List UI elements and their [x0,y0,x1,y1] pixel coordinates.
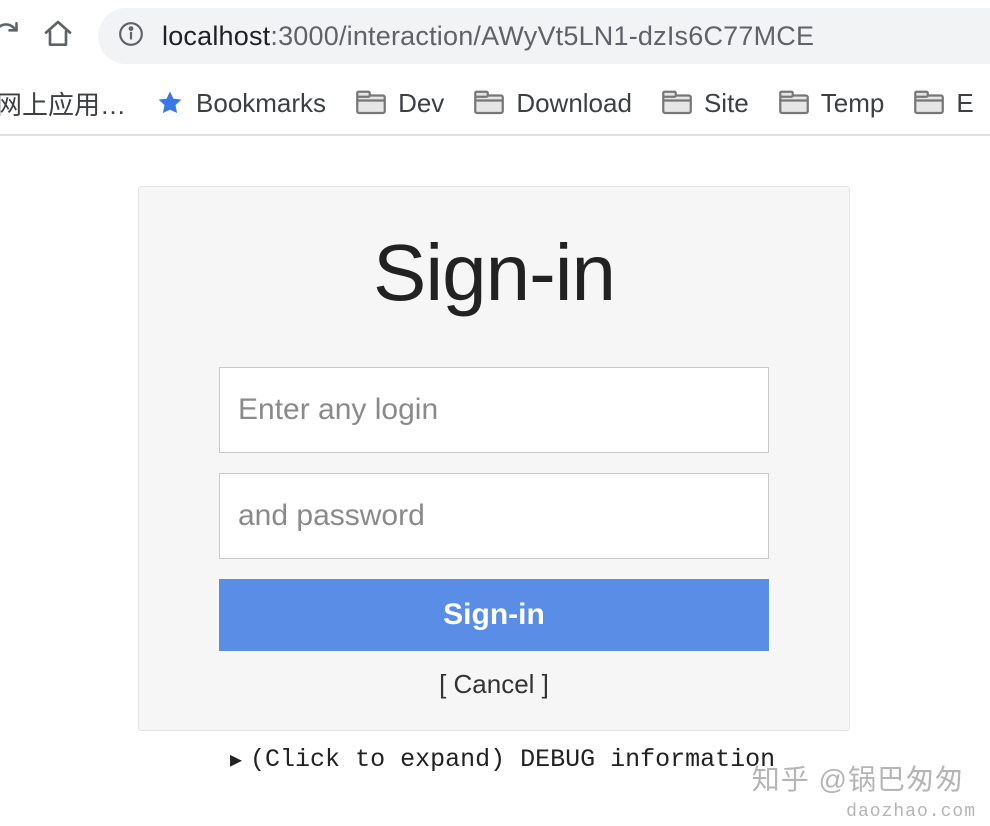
home-icon[interactable] [42,18,74,55]
folder-icon [914,90,944,116]
bookmark-item-dev[interactable]: Dev [356,88,444,119]
folder-icon [662,90,692,116]
bookmark-label: Site [704,88,749,119]
page-content: Sign-in Sign-in [ Cancel ] ▶ (Click to e… [0,136,990,774]
bookmark-item-cutoff[interactable]: E [914,88,973,119]
bookmark-label: 网上应用… [0,85,126,122]
url-host: localhost [162,21,270,51]
folder-icon [779,90,809,116]
bookmark-item-temp[interactable]: Temp [779,88,885,119]
folder-icon [474,90,504,116]
watermark-text: 知乎 @锅巴匆匆 [752,758,964,798]
bookmark-label: E [956,88,973,119]
info-icon[interactable] [118,21,144,52]
disclosure-triangle-icon: ▶ [230,747,242,773]
debug-label: (Click to expand) DEBUG information [250,745,775,774]
url-text: localhost:3000/interaction/AWyVt5LN1-dzI… [162,21,814,52]
bookmark-item-apps[interactable]: 网上应用… [0,85,126,122]
watermark-domain: daozhao.com [846,802,976,822]
debug-toggle[interactable]: ▶ (Click to expand) DEBUG information [138,745,850,774]
login-input[interactable] [219,367,769,453]
bookmark-item-bookmarks[interactable]: Bookmarks [156,88,326,119]
signin-button[interactable]: Sign-in [219,579,769,651]
page-title: Sign-in [219,227,769,319]
cancel-link[interactable]: [ Cancel ] [439,669,549,700]
address-bar[interactable]: localhost:3000/interaction/AWyVt5LN1-dzI… [98,8,990,64]
folder-icon [356,90,386,116]
bookmark-item-download[interactable]: Download [474,88,632,119]
bookmarks-bar: 网上应用… Bookmarks Dev Download [0,72,990,136]
bookmark-item-site[interactable]: Site [662,88,749,119]
bookmark-label: Temp [821,88,885,119]
bookmark-label: Dev [398,88,444,119]
star-icon [156,89,184,117]
password-input[interactable] [219,473,769,559]
reload-icon[interactable] [0,20,20,55]
signin-card: Sign-in Sign-in [ Cancel ] [138,186,850,731]
browser-toolbar: localhost:3000/interaction/AWyVt5LN1-dzI… [0,0,990,72]
url-path: :3000/interaction/AWyVt5LN1-dzIs6C77MCE [270,21,814,51]
bookmark-label: Bookmarks [196,88,326,119]
bookmark-label: Download [516,88,632,119]
